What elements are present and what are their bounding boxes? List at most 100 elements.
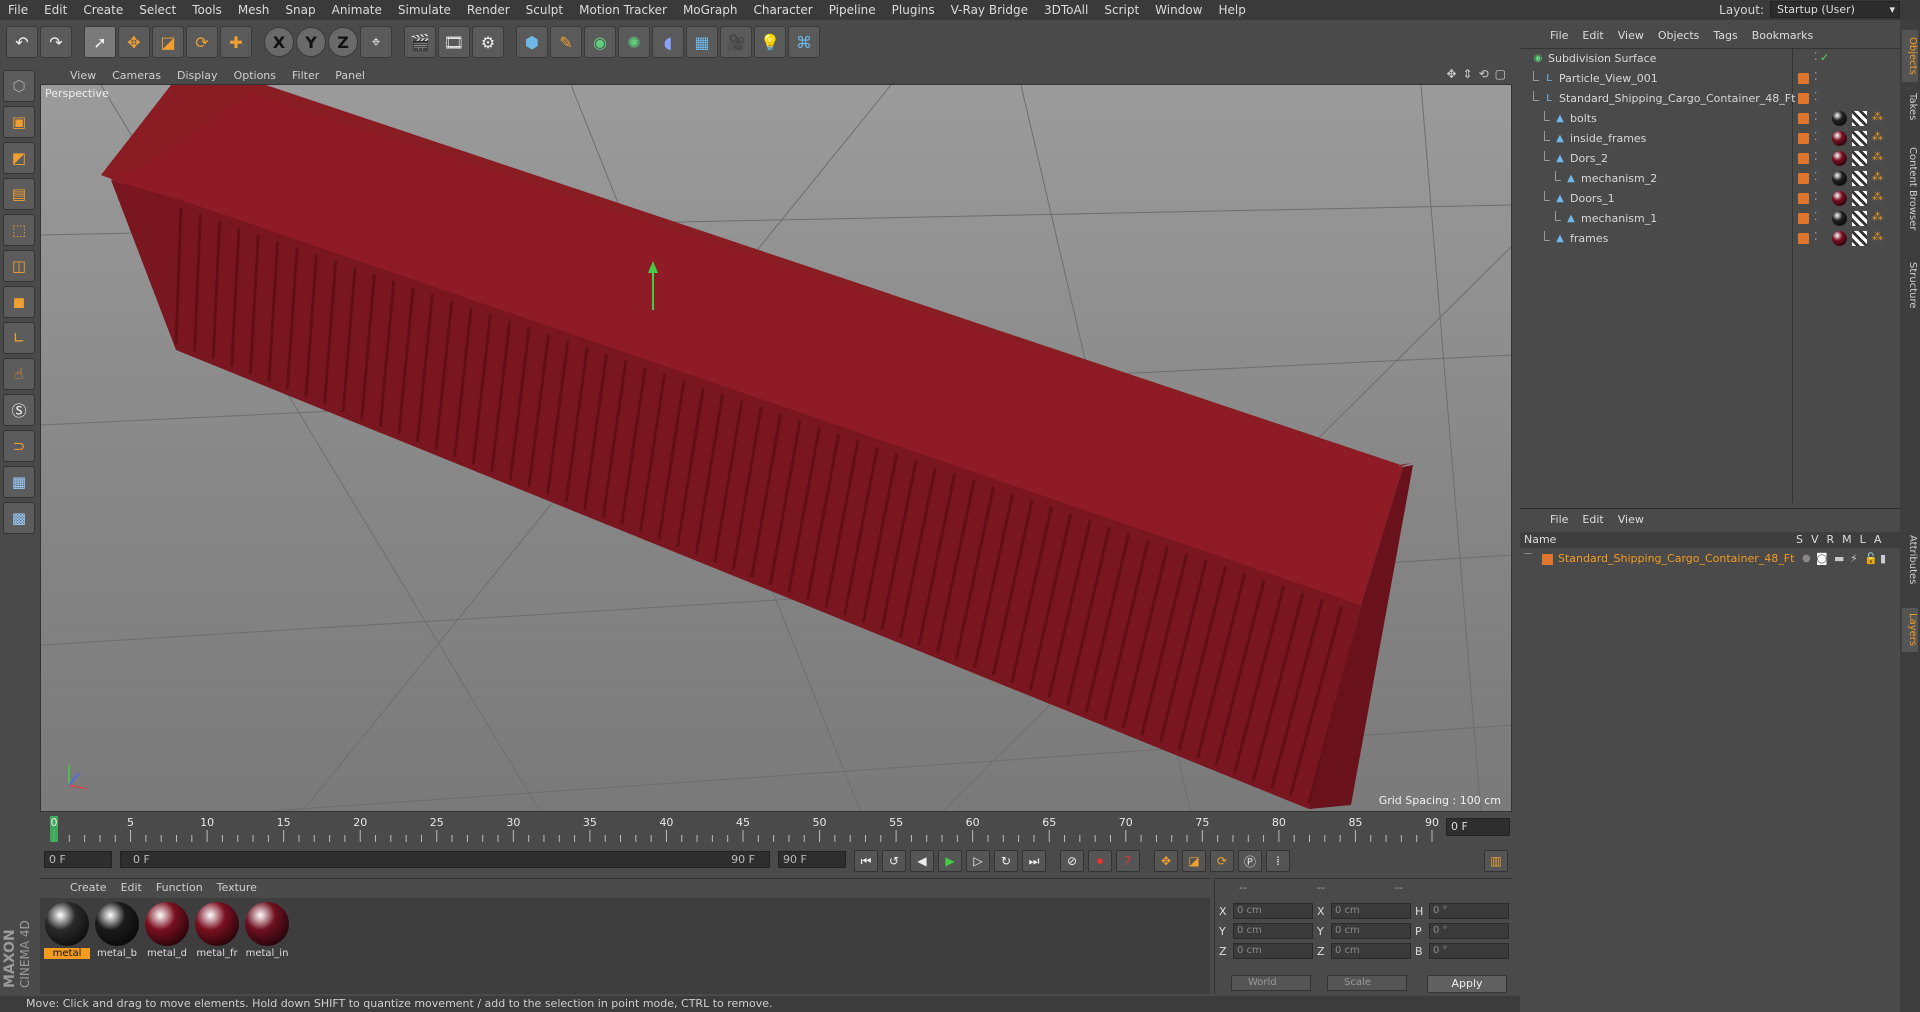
selection-tag-icon[interactable]: ⁂ [1872, 130, 1883, 143]
world-dropdown[interactable]: World [1231, 975, 1311, 991]
layer-color-dot[interactable] [1798, 193, 1809, 204]
menu-window[interactable]: Window [1147, 3, 1210, 17]
texture-tag-icon[interactable] [1852, 211, 1867, 226]
object-row-mechanism-1[interactable]: ▲ mechanism_1 ⁚ ⁂ [1520, 209, 1900, 228]
enabled-check-icon[interactable]: ✓ [1820, 51, 1829, 64]
selection-tag-icon[interactable]: ⁂ [1872, 150, 1883, 163]
viewport-menu-display[interactable]: Display [171, 69, 224, 82]
menu-snap[interactable]: Snap [277, 3, 323, 17]
viewport-menu-view[interactable]: View [64, 69, 102, 82]
scale-tool-button[interactable]: ◪ [152, 26, 184, 58]
menu-help[interactable]: Help [1210, 3, 1253, 17]
key-position-button[interactable]: ✥ [1154, 850, 1178, 872]
key-parameter-button[interactable]: Ⓟ [1238, 850, 1262, 872]
material-menu-edit[interactable]: Edit [115, 881, 148, 894]
menu-file[interactable]: File [0, 3, 36, 17]
record-button[interactable]: ⏺ [1088, 850, 1112, 872]
object-row-bolts[interactable]: ▲ bolts ⁚ ⁂ [1520, 109, 1900, 128]
model-mode-button[interactable]: ▣ [3, 106, 35, 138]
edges-mode-button[interactable]: ◫ [3, 250, 35, 282]
render-picture-viewer-button[interactable]: 🎞 [438, 26, 470, 58]
visibility-dots-icon[interactable]: ⁚ [1814, 130, 1818, 143]
object-row-subdivision-surface[interactable]: ◉ Subdivision Surface ✓ ⁚ [1520, 49, 1900, 68]
visibility-dots-icon[interactable]: ⁚ [1814, 70, 1818, 83]
move-view-icon[interactable]: ✥ [1446, 67, 1456, 81]
menu-select[interactable]: Select [131, 3, 184, 17]
material-menu-function[interactable]: Function [150, 881, 209, 894]
autokey-button[interactable]: ? [1116, 850, 1140, 872]
layer-menu-view[interactable]: View [1612, 513, 1650, 526]
material-metal-in[interactable]: metal_in [244, 902, 290, 990]
texture-tag-icon[interactable] [1852, 171, 1867, 186]
menu-render[interactable]: Render [459, 3, 518, 17]
material-menu-texture[interactable]: Texture [211, 881, 263, 894]
object-row-mechanism-2[interactable]: ▲ mechanism_2 ⁚ ⁂ [1520, 169, 1900, 188]
locked-workplane-button[interactable]: ▩ [3, 502, 35, 534]
layer-row[interactable]: Standard_Shipping_Cargo_Container_48_Ft … [1520, 550, 1900, 568]
object-menu-objects[interactable]: Objects [1652, 29, 1706, 42]
record-off-button[interactable]: ⊘ [1060, 850, 1084, 872]
zoom-view-icon[interactable]: ⇕ [1463, 67, 1473, 81]
timeline-window-button[interactable]: ▥ [1484, 850, 1508, 872]
menu-script[interactable]: Script [1096, 3, 1147, 17]
layer-solo-icon[interactable]: ● [1802, 553, 1811, 564]
menu-motion-tracker[interactable]: Motion Tracker [571, 3, 675, 17]
menu-3dtoall[interactable]: 3DToAll [1036, 3, 1096, 17]
cube-primitive-button[interactable]: ⬢ [516, 26, 548, 58]
selection-tag-icon[interactable]: ⁂ [1872, 110, 1883, 123]
visibility-dots-icon[interactable]: ⁚ [1814, 50, 1818, 63]
layer-menu-file[interactable]: File [1544, 513, 1574, 526]
menu-animate[interactable]: Animate [324, 3, 390, 17]
side-tab-content-browser[interactable]: Content Browser [1902, 134, 1918, 244]
object-row-particle-view-001[interactable]: L Particle_View_001 ⁚ [1520, 69, 1900, 88]
light-button[interactable]: 💡 [754, 26, 786, 58]
floor-button[interactable]: ▦ [686, 26, 718, 58]
side-tab-objects[interactable]: Objects [1902, 30, 1918, 82]
layer-lock-icon[interactable]: 🔓 [1864, 552, 1878, 565]
coordinate-system-button[interactable]: ⌖ [360, 26, 392, 58]
previous-frame-button[interactable]: ◀ [910, 850, 934, 872]
next-frame-button[interactable]: ▷ [966, 850, 990, 872]
layer-color-dot[interactable] [1798, 233, 1809, 244]
object-menu-file[interactable]: File [1544, 29, 1574, 42]
maximize-view-icon[interactable]: ▢ [1495, 67, 1506, 81]
key-scale-button[interactable]: ◪ [1182, 850, 1206, 872]
apply-button[interactable]: Apply [1427, 975, 1507, 993]
selection-tag-icon[interactable]: ⁂ [1872, 170, 1883, 183]
texture-mode-button[interactable]: ◩ [3, 142, 35, 174]
layer-manager-icon[interactable]: ⚡ [1850, 552, 1858, 565]
menu-mesh[interactable]: Mesh [230, 3, 278, 17]
texture-tag-icon[interactable] [1852, 131, 1867, 146]
menu-v-ray-bridge[interactable]: V-Ray Bridge [943, 3, 1036, 17]
material-tag-icon[interactable] [1832, 151, 1847, 166]
menu-plugins[interactable]: Plugins [884, 3, 943, 17]
axis-x-button[interactable]: X [264, 27, 294, 57]
material-tag-icon[interactable] [1832, 171, 1847, 186]
visibility-dots-icon[interactable]: ⁚ [1814, 170, 1818, 183]
axis-mode-button[interactable]: ∟ [3, 322, 35, 354]
material-metal[interactable]: metal [44, 902, 90, 990]
selection-tag-icon[interactable]: ⁂ [1872, 210, 1883, 223]
object-menu-bookmarks[interactable]: Bookmarks [1746, 29, 1819, 42]
viewport-menu-panel[interactable]: Panel [329, 69, 371, 82]
menu-pipeline[interactable]: Pipeline [821, 3, 884, 17]
subdivision-button[interactable]: ◉ [584, 26, 616, 58]
render-view-button[interactable]: 🎬 [404, 26, 436, 58]
position-y-field[interactable]: 0 cm [1233, 923, 1313, 939]
object-row-frames[interactable]: ▲ frames ⁚ ⁂ [1520, 229, 1900, 248]
axis-z-button[interactable]: Z [328, 27, 358, 57]
material-metal-fr[interactable]: metal_fr [194, 902, 240, 990]
redo-button[interactable]: ↷ [40, 26, 72, 58]
previous-key-button[interactable]: ↺ [882, 850, 906, 872]
move-tool-button[interactable]: ✥ [118, 26, 150, 58]
layer-animation-icon[interactable]: ▮ [1880, 552, 1886, 565]
menu-sculpt[interactable]: Sculpt [518, 3, 571, 17]
rotation-p-field[interactable]: 0 ° [1429, 923, 1509, 939]
rotate-view-icon[interactable]: ⟲ [1479, 67, 1489, 81]
go-to-end-button[interactable]: ⏭ [1022, 850, 1046, 872]
snap-button[interactable]: Ⓢ [3, 394, 35, 426]
viewport-menu-options[interactable]: Options [228, 69, 282, 82]
deformer-button[interactable]: ◖ [652, 26, 684, 58]
layer-color-dot[interactable] [1798, 133, 1809, 144]
material-tag-icon[interactable] [1832, 191, 1847, 206]
